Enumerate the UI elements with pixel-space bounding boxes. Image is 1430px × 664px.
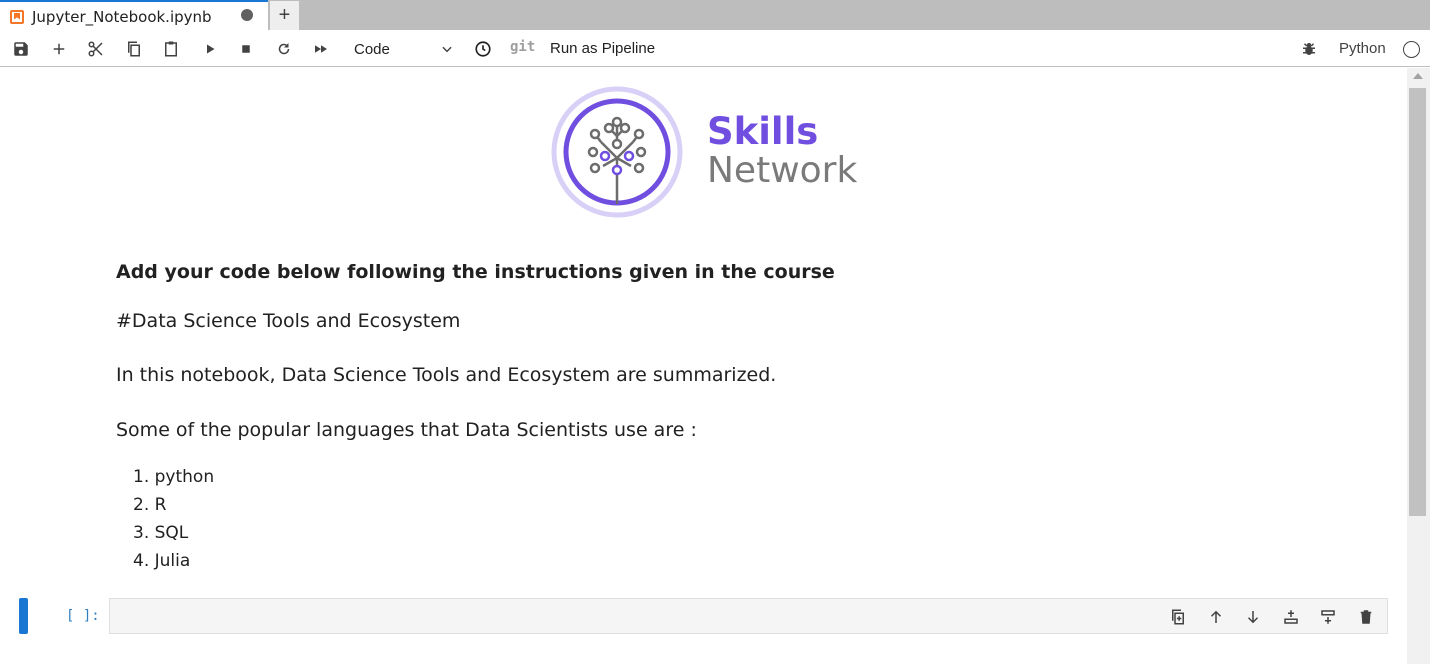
scroll-up-arrow-icon[interactable] bbox=[1413, 73, 1423, 79]
insert-below-icon[interactable] bbox=[1317, 606, 1339, 628]
run-icon[interactable] bbox=[198, 37, 222, 61]
kernel-name[interactable]: Python bbox=[1339, 40, 1386, 57]
chevron-down-icon bbox=[442, 46, 452, 53]
markdown-paragraph-title: #Data Science Tools and Ecosystem bbox=[116, 310, 461, 332]
cell-type-select[interactable]: Code bbox=[346, 37, 458, 61]
markdown-heading: Add your code below following the instru… bbox=[116, 261, 835, 283]
move-up-icon[interactable] bbox=[1205, 606, 1227, 628]
cut-icon[interactable] bbox=[84, 37, 108, 61]
cell-prompt: [ ]: bbox=[66, 608, 100, 624]
kernel-status-icon bbox=[1403, 41, 1420, 58]
logo-text-network: Network bbox=[707, 150, 858, 191]
languages-list: 1. python 2. R 3. SQL 4. Julia bbox=[133, 467, 214, 579]
list-item: 1. python bbox=[133, 467, 215, 487]
stop-icon[interactable] bbox=[234, 37, 258, 61]
tab-notebook[interactable]: Jupyter_Notebook.ipynb bbox=[0, 0, 268, 31]
list-item: 3. SQL bbox=[133, 523, 189, 543]
restart-icon[interactable] bbox=[272, 37, 296, 61]
markdown-paragraph-languages: Some of the popular languages that Data … bbox=[116, 419, 697, 441]
git-label[interactable]: git bbox=[510, 39, 535, 55]
cell-type-value: Code bbox=[354, 40, 390, 58]
active-cell-indicator[interactable] bbox=[19, 598, 28, 634]
code-cell-editor[interactable] bbox=[109, 598, 1388, 634]
tab-title: Jupyter_Notebook.ipynb bbox=[32, 7, 212, 26]
logo-text-skills: Skills bbox=[707, 110, 819, 153]
insert-cell-icon[interactable] bbox=[47, 37, 71, 61]
list-item: 4. Julia bbox=[133, 551, 191, 571]
duplicate-cell-icon[interactable] bbox=[1167, 606, 1189, 628]
markdown-paragraph-intro: In this notebook, Data Science Tools and… bbox=[116, 364, 777, 386]
debugger-bug-icon[interactable] bbox=[1297, 37, 1321, 61]
unsaved-dot-icon[interactable] bbox=[241, 9, 253, 21]
list-item: 2. R bbox=[133, 495, 167, 515]
run-as-pipeline-button[interactable]: Run as Pipeline bbox=[550, 40, 655, 57]
copy-icon[interactable] bbox=[122, 37, 146, 61]
paste-icon[interactable] bbox=[159, 37, 183, 61]
scrollbar-thumb[interactable] bbox=[1409, 88, 1426, 516]
insert-above-icon[interactable] bbox=[1280, 606, 1302, 628]
notebook-toolbar: Code git Run as Pipeline Python bbox=[0, 31, 1430, 67]
fast-forward-icon[interactable] bbox=[309, 37, 333, 61]
move-down-icon[interactable] bbox=[1242, 606, 1264, 628]
add-tab-button[interactable]: + bbox=[270, 1, 299, 30]
delete-cell-icon[interactable] bbox=[1355, 606, 1377, 628]
save-icon[interactable] bbox=[9, 37, 33, 61]
clock-icon[interactable] bbox=[471, 37, 495, 61]
notebook-icon bbox=[10, 9, 24, 24]
